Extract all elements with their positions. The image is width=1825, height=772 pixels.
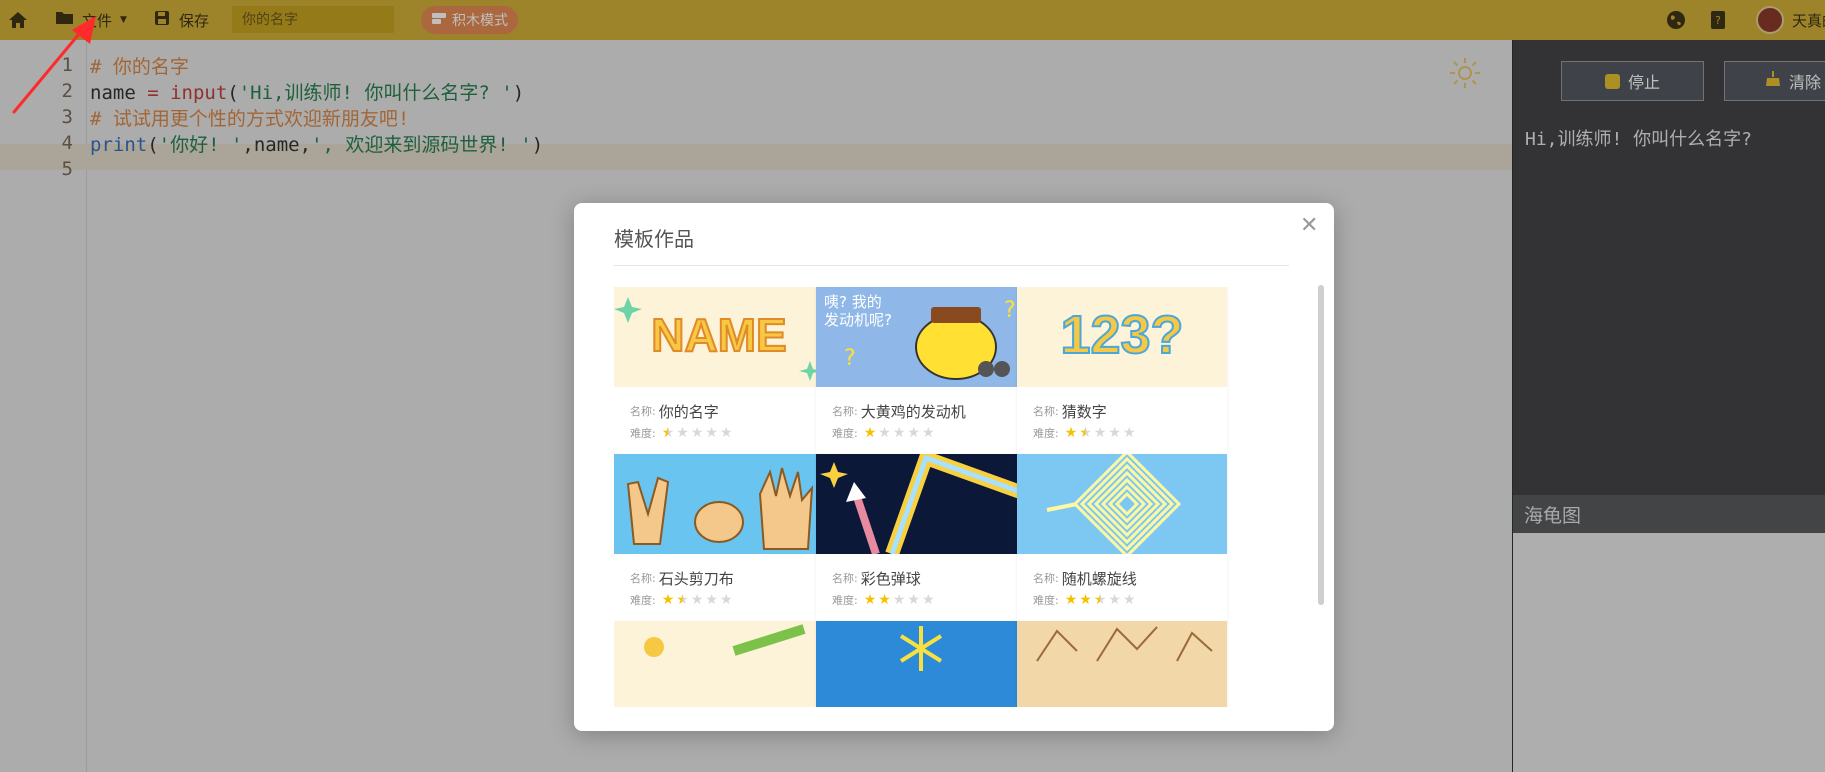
- difficulty-stars: ★ ★ ★ ★ ★: [864, 426, 935, 440]
- star-icon: ★: [690, 592, 704, 608]
- name-label: 名称:: [832, 405, 858, 418]
- star-icon: ★: [878, 425, 891, 441]
- star-icon: ★: [676, 425, 689, 441]
- name-label: 名称:: [832, 572, 858, 585]
- annotation-arrow: [12, 16, 96, 114]
- star-icon: ★: [719, 592, 733, 608]
- star-icon: ★: [1093, 425, 1107, 441]
- star-icon: ★: [1122, 425, 1136, 441]
- difficulty-label: 难度:: [1033, 594, 1059, 607]
- template-name: 石头剪刀布: [658, 569, 734, 588]
- star-icon: ★: [676, 592, 689, 608]
- template-card[interactable]: [1017, 621, 1227, 707]
- modal-scrollbar[interactable]: [1318, 285, 1324, 605]
- template-card[interactable]: 咦? 我的 发动机呢??? 名称: 大黄鸡的发动机 难度: ★ ★ ★ ★ ★: [816, 287, 1026, 457]
- difficulty-stars: ★ ★ ★ ★ ★: [864, 593, 935, 607]
- star-icon: ★: [1064, 592, 1078, 608]
- star-icon: ★: [661, 592, 675, 608]
- difficulty-label: 难度:: [630, 427, 656, 440]
- template-name: 你的名字: [658, 402, 719, 421]
- modal-divider: [614, 265, 1289, 266]
- card-info: 名称: 猜数字 难度: ★ ★ ★ ★ ★: [1033, 400, 1136, 444]
- close-icon[interactable]: ✕: [1300, 213, 1318, 238]
- star-icon: ★: [1064, 425, 1078, 441]
- star-icon: ★: [892, 592, 906, 608]
- template-thumbnail: [614, 454, 824, 554]
- name-label: 名称:: [1033, 572, 1059, 585]
- difficulty-label: 难度:: [832, 427, 858, 440]
- template-card[interactable]: 名称: 随机螺旋线 难度: ★ ★ ★ ★ ★: [1017, 454, 1227, 624]
- template-thumbnail: [1017, 454, 1227, 554]
- star-icon: ★: [1108, 592, 1121, 608]
- star-icon: ★: [719, 425, 733, 441]
- name-label: 名称:: [1033, 405, 1059, 418]
- scrollbar-thumb[interactable]: [1318, 285, 1324, 605]
- template-thumbnail: 咦? 我的 发动机呢???: [816, 287, 1026, 387]
- difficulty-stars: ★ ★ ★ ★ ★: [1065, 426, 1136, 440]
- star-icon: ★: [690, 425, 704, 441]
- star-icon: ★: [863, 592, 877, 608]
- template-card[interactable]: 123? 名称: 猜数字 难度: ★ ★ ★ ★ ★: [1017, 287, 1227, 457]
- template-name: 随机螺旋线: [1061, 569, 1137, 588]
- card-info: 名称: 随机螺旋线 难度: ★ ★ ★ ★ ★: [1033, 567, 1137, 611]
- template-thumbnail: [816, 621, 1026, 707]
- template-thumbnail: NAME: [614, 287, 824, 387]
- template-name: 大黄鸡的发动机: [860, 402, 966, 421]
- difficulty-stars: ★ ★ ★ ★ ★: [1065, 593, 1136, 607]
- star-icon: ★: [705, 592, 718, 608]
- difficulty-label: 难度:: [832, 594, 858, 607]
- star-icon: ★: [863, 425, 877, 441]
- template-thumbnail: [614, 621, 824, 707]
- difficulty-stars: ★ ★ ★ ★ ★: [662, 426, 733, 440]
- star-icon: ★: [892, 425, 906, 441]
- star-icon: ★: [1093, 592, 1107, 608]
- difficulty-label: 难度:: [630, 594, 656, 607]
- template-grid[interactable]: NAME 名称: 你的名字 难度: ★ ★ ★ ★ ★ 咦? 我的 发动机呢??? 名称: 大黄鸡的发动…: [614, 287, 1294, 707]
- svg-text:咦? 我的: 咦? 我的: [824, 293, 882, 311]
- template-name: 猜数字: [1061, 402, 1107, 421]
- template-card[interactable]: [614, 621, 824, 707]
- star-icon: ★: [1122, 592, 1136, 608]
- modal-title: 模板作品: [614, 227, 694, 251]
- svg-text:发动机呢?: 发动机呢?: [824, 311, 892, 329]
- svg-text:?: ?: [844, 346, 856, 371]
- card-info: 名称: 石头剪刀布 难度: ★ ★ ★ ★ ★: [630, 567, 734, 611]
- card-info: 名称: 你的名字 难度: ★ ★ ★ ★ ★: [630, 400, 733, 444]
- star-icon: ★: [661, 425, 675, 441]
- template-card[interactable]: [816, 621, 1026, 707]
- template-thumbnail: 123?: [1017, 287, 1227, 387]
- name-label: 名称:: [630, 405, 656, 418]
- template-card[interactable]: NAME 名称: 你的名字 难度: ★ ★ ★ ★ ★: [614, 287, 824, 457]
- template-thumbnail: [1017, 621, 1227, 707]
- star-icon: ★: [1108, 425, 1121, 441]
- template-thumbnail: [816, 454, 1026, 554]
- svg-text:123?: 123?: [1060, 305, 1183, 365]
- star-icon: ★: [921, 592, 935, 608]
- difficulty-stars: ★ ★ ★ ★ ★: [662, 593, 733, 607]
- card-info: 名称: 大黄鸡的发动机 难度: ★ ★ ★ ★ ★: [832, 400, 966, 444]
- star-icon: ★: [1079, 592, 1092, 608]
- template-card[interactable]: 名称: 石头剪刀布 难度: ★ ★ ★ ★ ★: [614, 454, 824, 624]
- star-icon: ★: [705, 425, 718, 441]
- star-icon: ★: [1079, 425, 1092, 441]
- template-modal: 模板作品 ✕ NAME 名称: 你的名字 难度: ★ ★ ★ ★ ★ 咦? 我的 发动机呢??? 名称…: [574, 203, 1334, 731]
- template-name: 彩色弹球: [860, 569, 921, 588]
- star-icon: ★: [907, 425, 920, 441]
- star-icon: ★: [921, 425, 935, 441]
- star-icon: ★: [907, 592, 920, 608]
- difficulty-label: 难度:: [1033, 427, 1059, 440]
- svg-text:NAME: NAME: [651, 309, 786, 361]
- card-info: 名称: 彩色弹球 难度: ★ ★ ★ ★ ★: [832, 567, 935, 611]
- name-label: 名称:: [630, 572, 656, 585]
- star-icon: ★: [878, 592, 891, 608]
- template-card[interactable]: 名称: 彩色弹球 难度: ★ ★ ★ ★ ★: [816, 454, 1026, 624]
- svg-text:?: ?: [1004, 298, 1016, 323]
